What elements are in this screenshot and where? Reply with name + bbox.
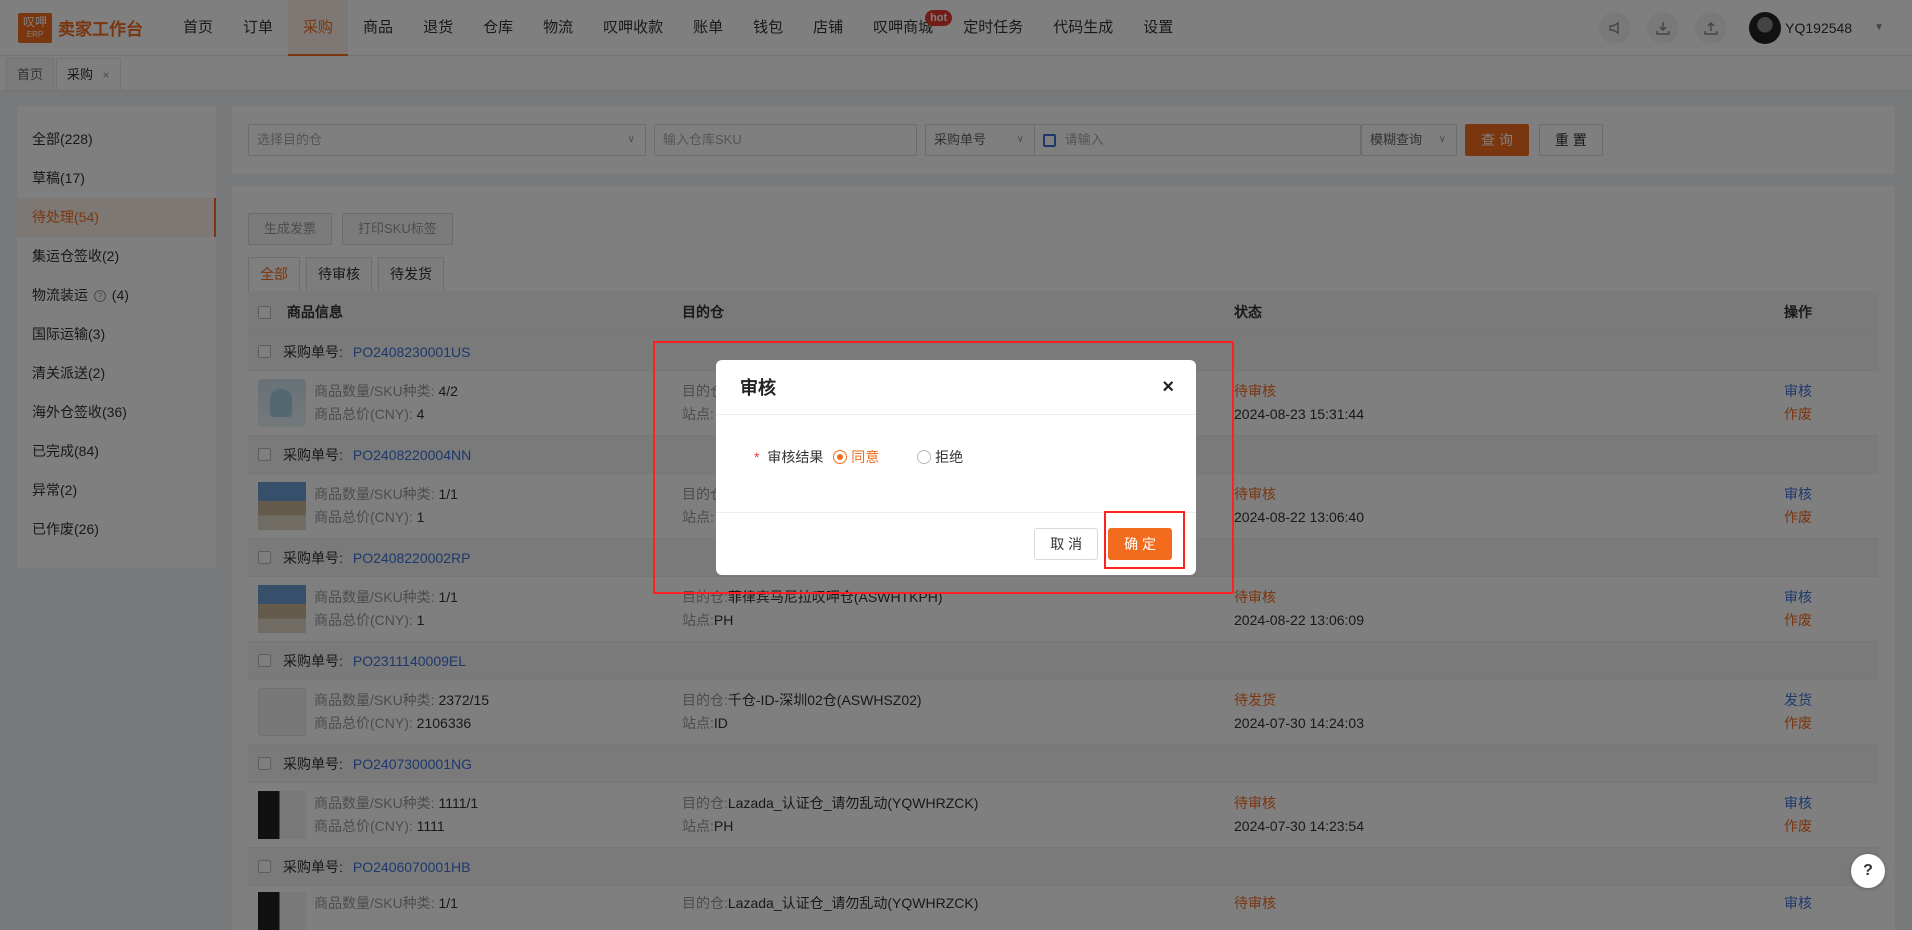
radio-reject-label: 拒绝 (935, 449, 964, 465)
review-result-label: 审核结果 (767, 449, 824, 465)
radio-unchecked-icon (917, 450, 932, 465)
dialog-body: * 审核结果 同意 拒绝 (716, 415, 1196, 513)
radio-agree-label: 同意 (851, 449, 880, 465)
help-button[interactable]: ? (1851, 854, 1885, 888)
highlight-frame-confirm (1104, 511, 1185, 569)
dialog-title: 审核 (740, 378, 776, 398)
radio-agree[interactable]: 同意 (833, 447, 879, 467)
close-icon[interactable]: × (1162, 376, 1174, 399)
radio-checked-icon (833, 450, 848, 465)
cancel-button[interactable]: 取 消 (1034, 528, 1099, 560)
required-mark: * (754, 449, 760, 465)
dialog-header: 审核 × (716, 360, 1196, 415)
radio-reject[interactable]: 拒绝 (917, 447, 963, 467)
